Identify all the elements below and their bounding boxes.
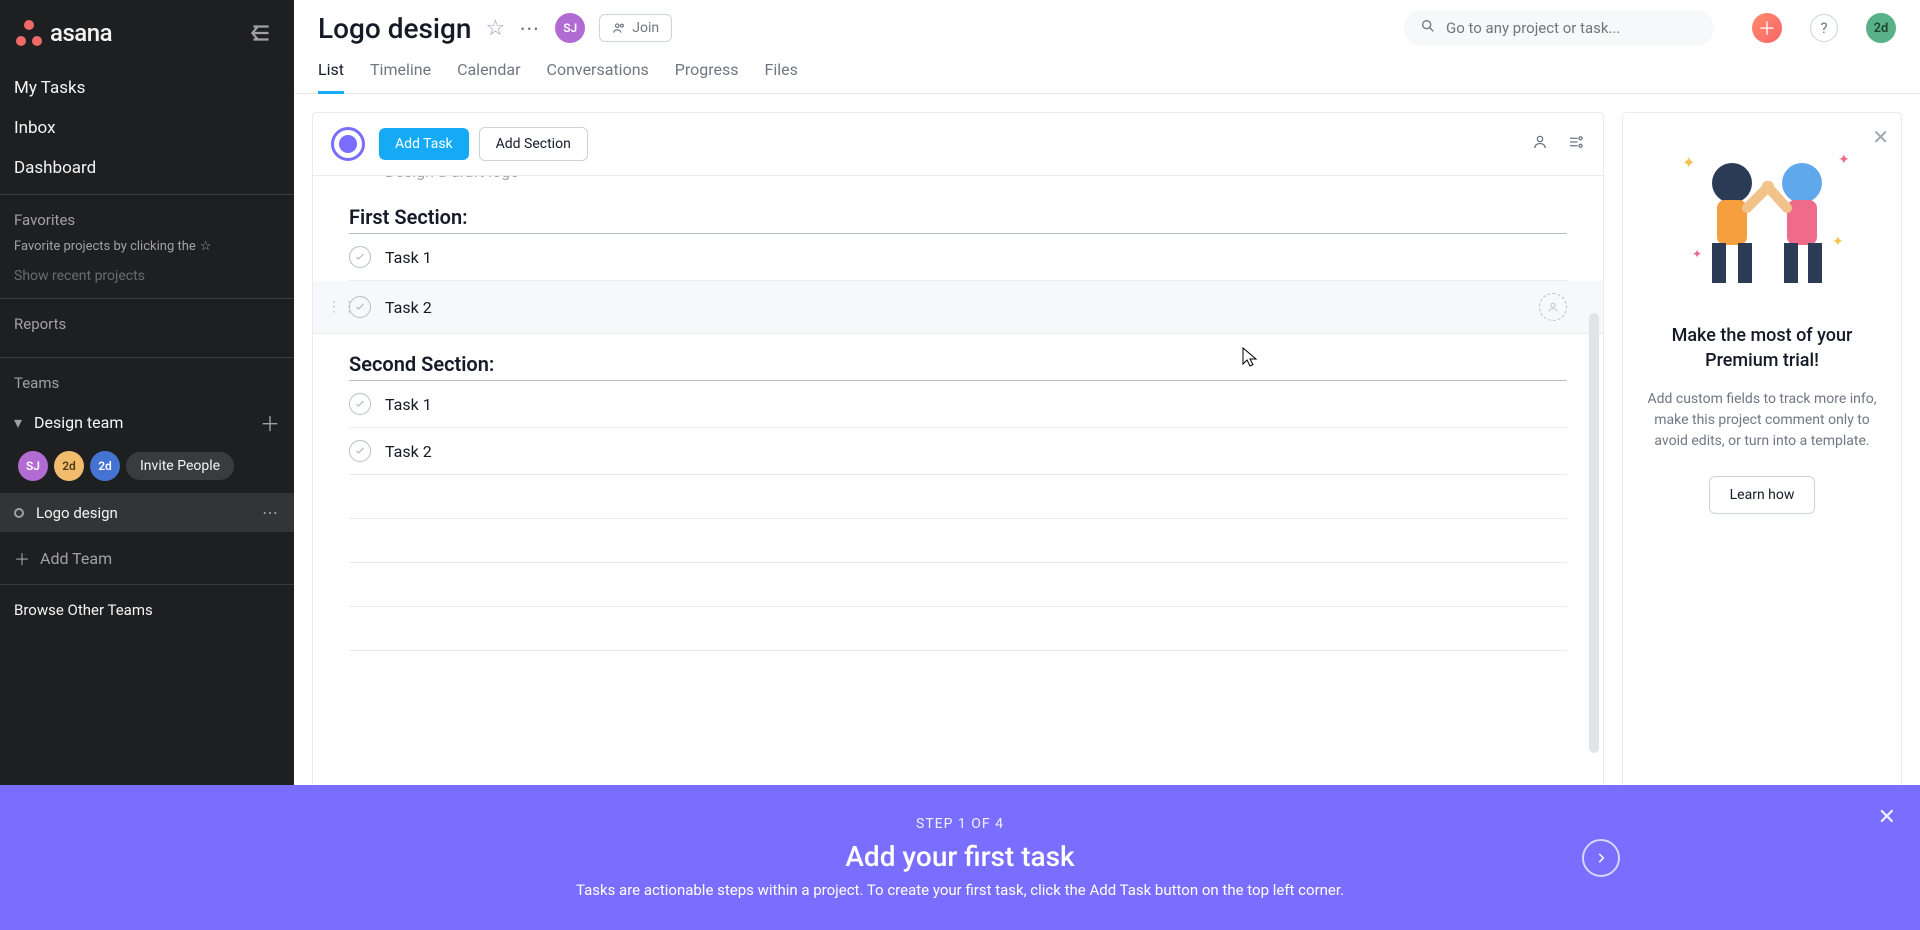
complete-checkbox-icon[interactable] xyxy=(349,440,371,462)
reports-heading[interactable]: Reports xyxy=(14,315,280,333)
promo-title: Make the most of your Premium trial! xyxy=(1643,323,1881,373)
add-section-button[interactable]: Add Section xyxy=(479,127,588,161)
sidebar-project-logo-design[interactable]: Logo design ⋯ xyxy=(0,493,294,532)
collapse-sidebar-icon[interactable] xyxy=(248,20,274,46)
list-toolbar: Add Task Add Section xyxy=(313,113,1603,176)
banner-next-button[interactable] xyxy=(1582,839,1620,877)
svg-text:✦: ✦ xyxy=(1682,153,1695,172)
task-row[interactable]: Task 1 xyxy=(349,234,1567,281)
join-button[interactable]: Join xyxy=(599,14,672,42)
teams-heading: Teams xyxy=(14,374,280,392)
banner-title: Add your first task xyxy=(845,840,1074,873)
people-icon xyxy=(612,21,626,35)
caret-down-icon[interactable]: ▾ xyxy=(14,413,28,432)
empty-task-row[interactable] xyxy=(349,563,1567,607)
nav-my-tasks[interactable]: My Tasks xyxy=(0,68,294,108)
complete-checkbox-icon[interactable] xyxy=(349,393,371,415)
task-row-cutoff: Design a draft logo xyxy=(349,176,1567,187)
section-heading[interactable]: Second Section: xyxy=(349,352,1567,381)
quick-add-button[interactable]: ＋ xyxy=(1752,13,1782,43)
onboarding-banner: STEP 1 OF 4 Add your first task Tasks ar… xyxy=(0,785,1920,930)
invite-people-button[interactable]: Invite People xyxy=(126,452,234,480)
project-header: Logo design ☆ ⋯ SJ Join ＋ ? 2d xyxy=(294,0,1920,50)
task-title: Task 2 xyxy=(385,298,1539,317)
star-icon: ☆ xyxy=(200,239,212,254)
manage-members-icon[interactable] xyxy=(1531,133,1549,155)
view-settings-icon[interactable] xyxy=(1567,133,1585,155)
nav-dashboard[interactable]: Dashboard xyxy=(0,148,294,188)
tab-progress[interactable]: Progress xyxy=(675,60,739,93)
task-row[interactable]: ⋮⋮ Task 2 xyxy=(313,281,1603,334)
avatar[interactable]: SJ xyxy=(18,451,48,481)
svg-text:✦: ✦ xyxy=(1838,152,1850,168)
plus-icon: ＋ xyxy=(14,546,30,570)
nav-inbox[interactable]: Inbox xyxy=(0,108,294,148)
avatar[interactable]: 2d xyxy=(54,451,84,481)
add-team-label: Add Team xyxy=(40,549,112,568)
project-owner-avatar[interactable]: SJ xyxy=(555,13,585,43)
project-tabs: List Timeline Calendar Conversations Pro… xyxy=(294,50,1920,94)
favorites-heading: Favorites xyxy=(14,211,280,229)
task-title: Task 1 xyxy=(385,395,1567,414)
close-icon[interactable]: ✕ xyxy=(1872,125,1889,149)
onboarding-pulse-icon xyxy=(331,127,365,161)
svg-text:✦: ✦ xyxy=(1692,247,1702,261)
add-team-button[interactable]: ＋ Add Team xyxy=(0,532,294,584)
drag-handle-icon[interactable]: ⋮⋮ xyxy=(327,299,357,315)
project-title: Logo design xyxy=(318,12,472,45)
favorites-hint: Favorite projects by clicking the ☆ xyxy=(14,239,280,254)
chevron-right-icon xyxy=(1594,851,1608,865)
tab-timeline[interactable]: Timeline xyxy=(370,60,431,93)
current-user-avatar[interactable]: 2d xyxy=(1866,13,1896,43)
join-label: Join xyxy=(632,20,659,36)
team-members: SJ 2d 2d Invite People xyxy=(14,443,280,489)
complete-checkbox-icon[interactable] xyxy=(349,246,371,268)
empty-task-row[interactable] xyxy=(349,475,1567,519)
help-button[interactable]: ? xyxy=(1810,14,1838,42)
project-dot-icon xyxy=(14,508,24,518)
search-icon xyxy=(1420,18,1436,38)
tab-conversations[interactable]: Conversations xyxy=(547,60,649,93)
team-name[interactable]: Design team xyxy=(34,413,260,432)
task-row[interactable]: Task 2 xyxy=(349,428,1567,475)
assign-user-icon[interactable] xyxy=(1539,293,1567,321)
empty-task-row[interactable] xyxy=(349,607,1567,651)
avatar[interactable]: 2d xyxy=(90,451,120,481)
section-heading[interactable]: First Section: xyxy=(349,205,1567,234)
banner-step: STEP 1 OF 4 xyxy=(916,816,1004,832)
empty-task-row[interactable] xyxy=(349,519,1567,563)
project-menu-icon[interactable]: ⋯ xyxy=(262,503,280,522)
learn-how-button[interactable]: Learn how xyxy=(1709,476,1816,514)
tab-calendar[interactable]: Calendar xyxy=(457,60,520,93)
project-actions-icon[interactable]: ⋯ xyxy=(519,16,541,40)
task-row[interactable]: Task 1 xyxy=(349,381,1567,428)
search-input[interactable] xyxy=(1446,19,1698,37)
promo-illustration: ✦ ✦ ✦ ✦ xyxy=(1643,133,1881,313)
banner-close-icon[interactable]: ✕ xyxy=(1878,805,1896,830)
tab-files[interactable]: Files xyxy=(765,60,798,93)
promo-body: Add custom fields to track more info, ma… xyxy=(1643,389,1881,452)
asana-logo[interactable]: asana xyxy=(14,18,112,48)
banner-body: Tasks are actionable steps within a proj… xyxy=(576,881,1344,899)
svg-text:✦: ✦ xyxy=(1832,234,1844,250)
add-task-button[interactable]: Add Task xyxy=(379,128,469,160)
add-to-team-icon[interactable]: ＋ xyxy=(260,408,280,437)
task-title: Task 1 xyxy=(385,248,1567,267)
favorite-star-icon[interactable]: ☆ xyxy=(486,16,506,41)
task-title: Task 2 xyxy=(385,442,1567,461)
browse-other-teams[interactable]: Browse Other Teams xyxy=(0,584,294,635)
project-label: Logo design xyxy=(36,504,262,522)
tab-list[interactable]: List xyxy=(318,60,344,94)
scrollbar[interactable] xyxy=(1589,313,1599,753)
global-search[interactable] xyxy=(1404,10,1714,46)
show-recent-projects[interactable]: Show recent projects xyxy=(14,268,280,284)
